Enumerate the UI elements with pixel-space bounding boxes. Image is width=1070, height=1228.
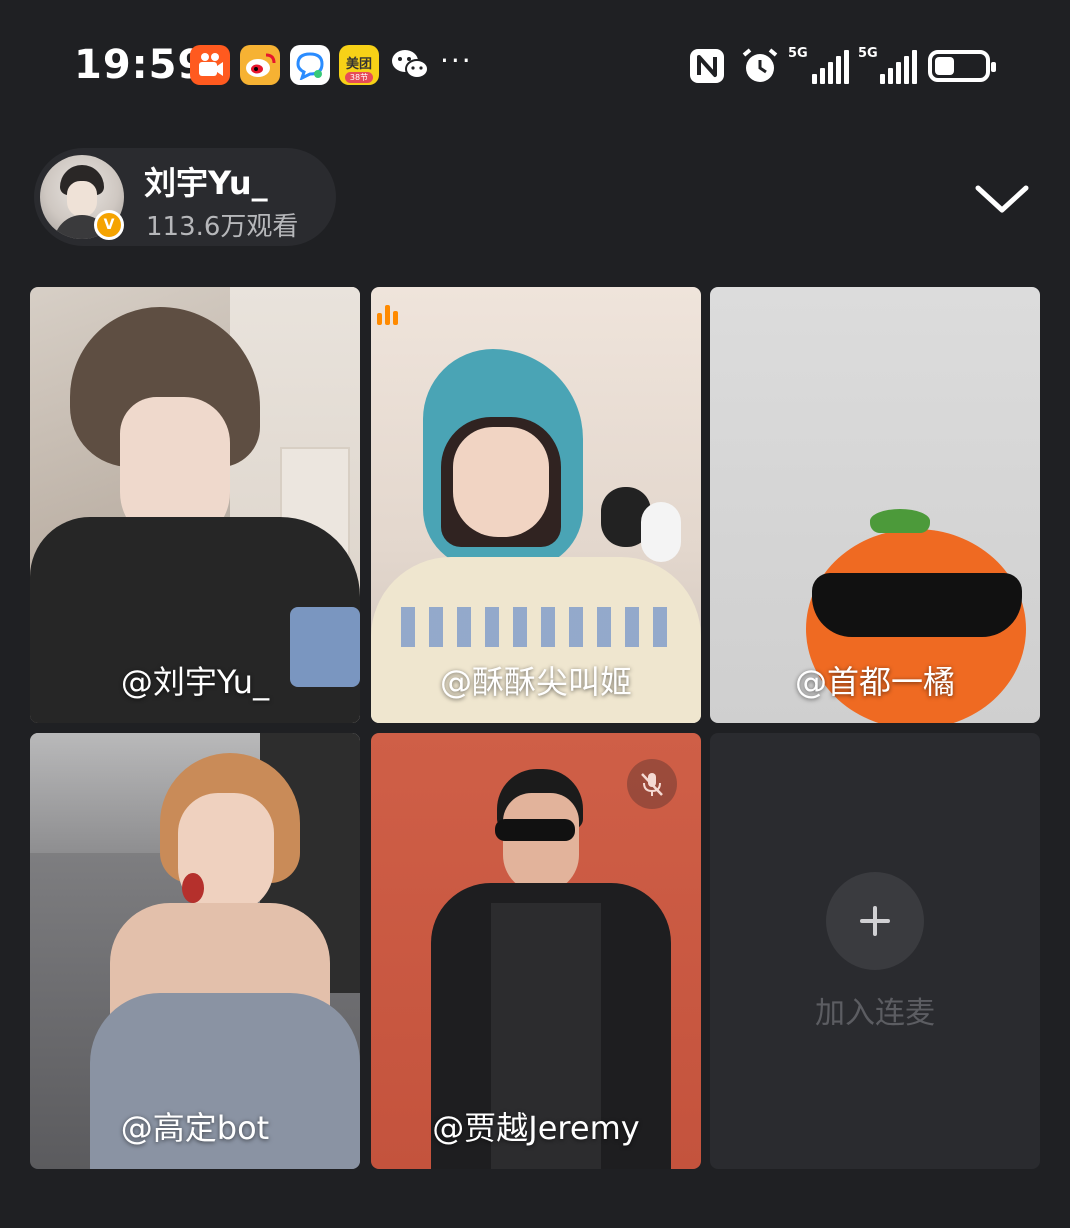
meituan-icon-tag: 38节 [345, 72, 373, 83]
collapse-button[interactable] [972, 176, 1032, 220]
participant-name: @酥酥尖叫姬 [439, 663, 632, 701]
battery-level [935, 57, 954, 75]
wechat-icon [389, 45, 431, 85]
kuaishou-icon [190, 45, 230, 85]
mic-muted-icon [627, 759, 677, 809]
nfc-icon [688, 46, 726, 86]
host-profile-pill[interactable]: V 刘宇Yu_ 113.6万观看 [34, 148, 336, 246]
signal-icon-sim1: 5G [788, 46, 852, 86]
alarm-icon [740, 46, 780, 86]
participant-name: @刘宇Yu_ [120, 663, 270, 701]
status-bar: 19:59 美团 38节 ··· 5G 5G [0, 36, 1070, 96]
chevron-down-icon [975, 185, 1029, 213]
participant-tile[interactable]: @高定bot [30, 733, 360, 1169]
join-slot[interactable]: 加入连麦 [710, 733, 1040, 1169]
weibo-icon [240, 45, 280, 85]
participant-tile[interactable]: @酥酥尖叫姬 [371, 287, 701, 723]
meituan-icon: 美团 38节 [339, 45, 379, 85]
host-name: 刘宇Yu_ [144, 164, 268, 202]
participant-name: @首都一橘 [794, 663, 955, 701]
add-join-button[interactable] [826, 872, 924, 970]
viewer-count: 113.6万观看 [146, 212, 299, 242]
meituan-icon-text: 美团 [345, 57, 372, 72]
signal-icon-sim2: 5G [858, 46, 918, 86]
more-notifications-icon: ··· [440, 44, 473, 77]
participant-tile[interactable]: @贾越Jeremy [371, 733, 701, 1169]
participant-tile[interactable]: @首都一橘 [710, 287, 1040, 723]
status-time: 19:59 [74, 42, 207, 88]
join-mic-label: 加入连麦 [815, 996, 935, 1031]
participant-tile[interactable]: @刘宇Yu_ [30, 287, 360, 723]
plus-icon [860, 906, 890, 936]
network-type-label: 5G [788, 46, 808, 61]
speaking-indicator-icon [377, 305, 398, 325]
network-type-label: 5G [858, 46, 878, 61]
chat-bubble-icon [290, 45, 330, 85]
verified-badge-icon: V [94, 210, 124, 240]
participant-name: @高定bot [120, 1109, 270, 1147]
participant-name: @贾越Jeremy [432, 1109, 640, 1147]
battery-icon [928, 46, 996, 86]
